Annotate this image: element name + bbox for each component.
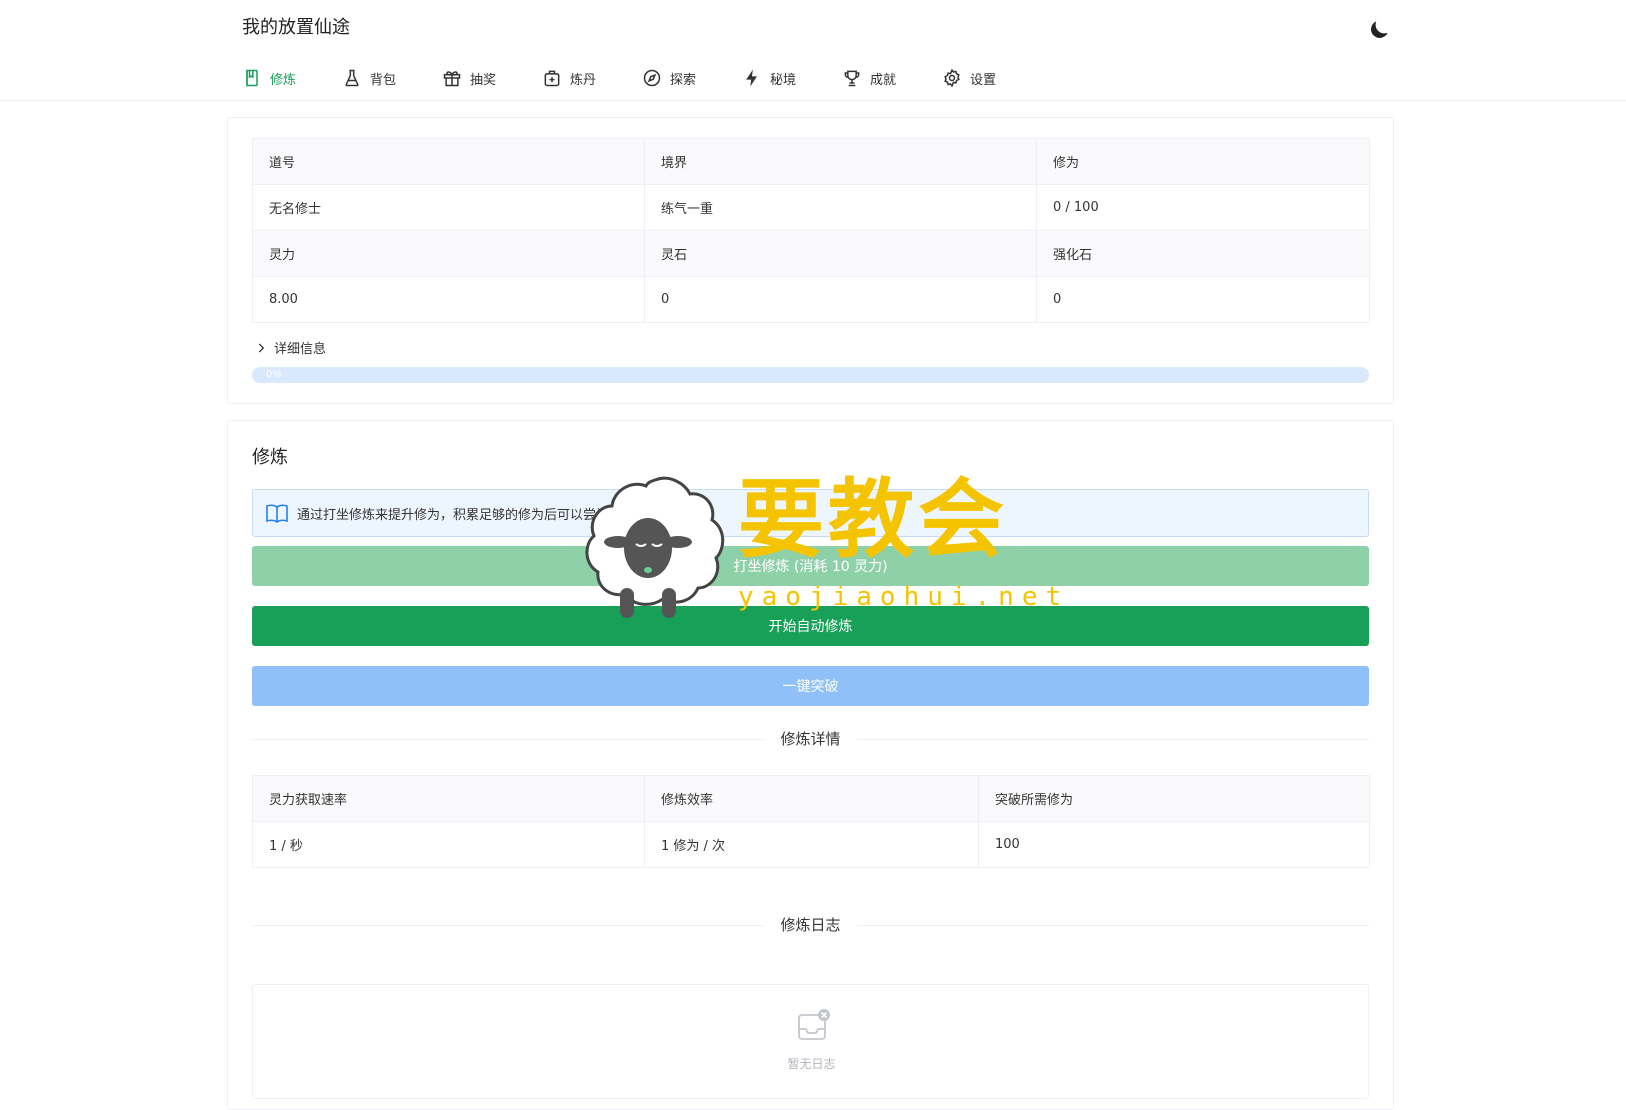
stat-value-cultivation: 0 / 100: [1036, 184, 1370, 231]
flask-icon: [345, 69, 359, 87]
breakthrough-button[interactable]: 一键突破: [252, 666, 1369, 706]
nav-item-explore[interactable]: 探索: [642, 60, 742, 96]
detail-value-required: 100: [978, 821, 1370, 868]
app-header: 我的放置仙途 修炼 背包 抽奖 炼丹 探索 秘境 成就 设置: [0, 0, 1626, 101]
detail-value-spirit-rate: 1 / 秒: [252, 821, 645, 868]
gear-icon: [944, 68, 960, 88]
cultivation-progress-bar: 0%: [252, 367, 1369, 383]
stat-value-name: 无名修士: [252, 184, 645, 231]
nav-item-dungeon[interactable]: 秘境: [742, 60, 842, 96]
detail-header: 修炼效率: [644, 775, 979, 822]
nav-item-settings[interactable]: 设置: [942, 60, 1042, 96]
dark-mode-toggle[interactable]: [1366, 17, 1392, 43]
nav-label: 秘境: [770, 72, 797, 88]
moon-icon: [1371, 21, 1388, 38]
nav-item-cultivate[interactable]: 修炼: [242, 60, 342, 96]
log-divider: 修炼日志: [252, 915, 1369, 935]
stat-header: 修为: [1036, 138, 1370, 185]
nav-item-inventory[interactable]: 背包: [342, 60, 442, 96]
nav-label: 修炼: [270, 72, 297, 88]
stat-header: 强化石: [1036, 230, 1370, 277]
nav-label: 炼丹: [570, 72, 597, 88]
details-divider: 修炼详情: [252, 729, 1369, 749]
nav-item-alchemy[interactable]: 炼丹: [542, 60, 642, 96]
nav-label: 探索: [670, 72, 697, 88]
player-stats-table: 道号 境界 修为 无名修士 练气一重 0 / 100 灵力 灵石 强化石 8.0…: [252, 138, 1370, 323]
divider-title: 修炼日志: [764, 916, 857, 934]
alert-text: 通过打坐修炼来提升修为，积累足够的修为后可以尝试突破境界。: [297, 507, 675, 523]
nav-label: 设置: [970, 72, 997, 88]
info-alert: 通过打坐修炼来提升修为，积累足够的修为后可以尝试突破境界。: [252, 489, 1369, 537]
progress-text: 0%: [266, 369, 282, 380]
meditate-button[interactable]: 打坐修炼 (消耗 10 灵力): [252, 546, 1369, 586]
book-icon: [246, 69, 258, 87]
empty-text: 暂无日志: [787, 1057, 836, 1071]
open-book-icon: [266, 504, 288, 523]
nav-label: 抽奖: [470, 72, 497, 88]
lightning-icon: [746, 69, 757, 87]
stat-value-spirit: 8.00: [252, 276, 645, 323]
stat-value-reinforce-stones: 0: [1036, 276, 1370, 323]
nav-label: 成就: [870, 72, 897, 88]
auto-cultivate-button[interactable]: 开始自动修炼: [252, 606, 1369, 646]
divider-title: 修炼详情: [764, 730, 857, 748]
stat-header: 境界: [644, 138, 1037, 185]
chevron-right-icon: [258, 342, 265, 353]
nav-label: 背包: [370, 72, 397, 88]
gift-icon: [443, 71, 461, 87]
main-nav: 修炼 背包 抽奖 炼丹 探索 秘境 成就 设置: [242, 60, 1042, 96]
nav-item-achievements[interactable]: 成就: [842, 60, 942, 96]
app-title: 我的放置仙途: [242, 17, 350, 38]
medkit-icon: [544, 70, 560, 87]
detail-value-efficiency: 1 修为 / 次: [644, 821, 979, 868]
cultivation-card: 修炼 通过打坐修炼来提升修为，积累足够的修为后可以尝试突破境界。 打坐修炼 (消…: [227, 420, 1394, 1110]
details-label: 详细信息: [274, 342, 327, 357]
details-collapse[interactable]: 详细信息: [254, 338, 326, 357]
stat-header: 灵力: [252, 230, 645, 277]
stat-header: 道号: [252, 138, 645, 185]
nav-item-gacha[interactable]: 抽奖: [442, 60, 542, 96]
section-title: 修炼: [252, 447, 288, 468]
detail-header: 突破所需修为: [978, 775, 1370, 822]
compass-icon: [643, 69, 661, 87]
empty-inbox-icon: [798, 1009, 830, 1040]
stat-value-realm: 练气一重: [644, 184, 1037, 231]
player-stats-card: 道号 境界 修为 无名修士 练气一重 0 / 100 灵力 灵石 强化石 8.0…: [227, 117, 1394, 404]
cultivation-details-table: 灵力获取速率 修炼效率 突破所需修为 1 / 秒 1 修为 / 次 100: [252, 775, 1370, 868]
stat-value-spirit-stones: 0: [644, 276, 1037, 323]
trophy-icon: [844, 70, 860, 87]
detail-header: 灵力获取速率: [252, 775, 645, 822]
stat-header: 灵石: [644, 230, 1037, 277]
log-empty-state: 暂无日志: [252, 984, 1369, 1099]
